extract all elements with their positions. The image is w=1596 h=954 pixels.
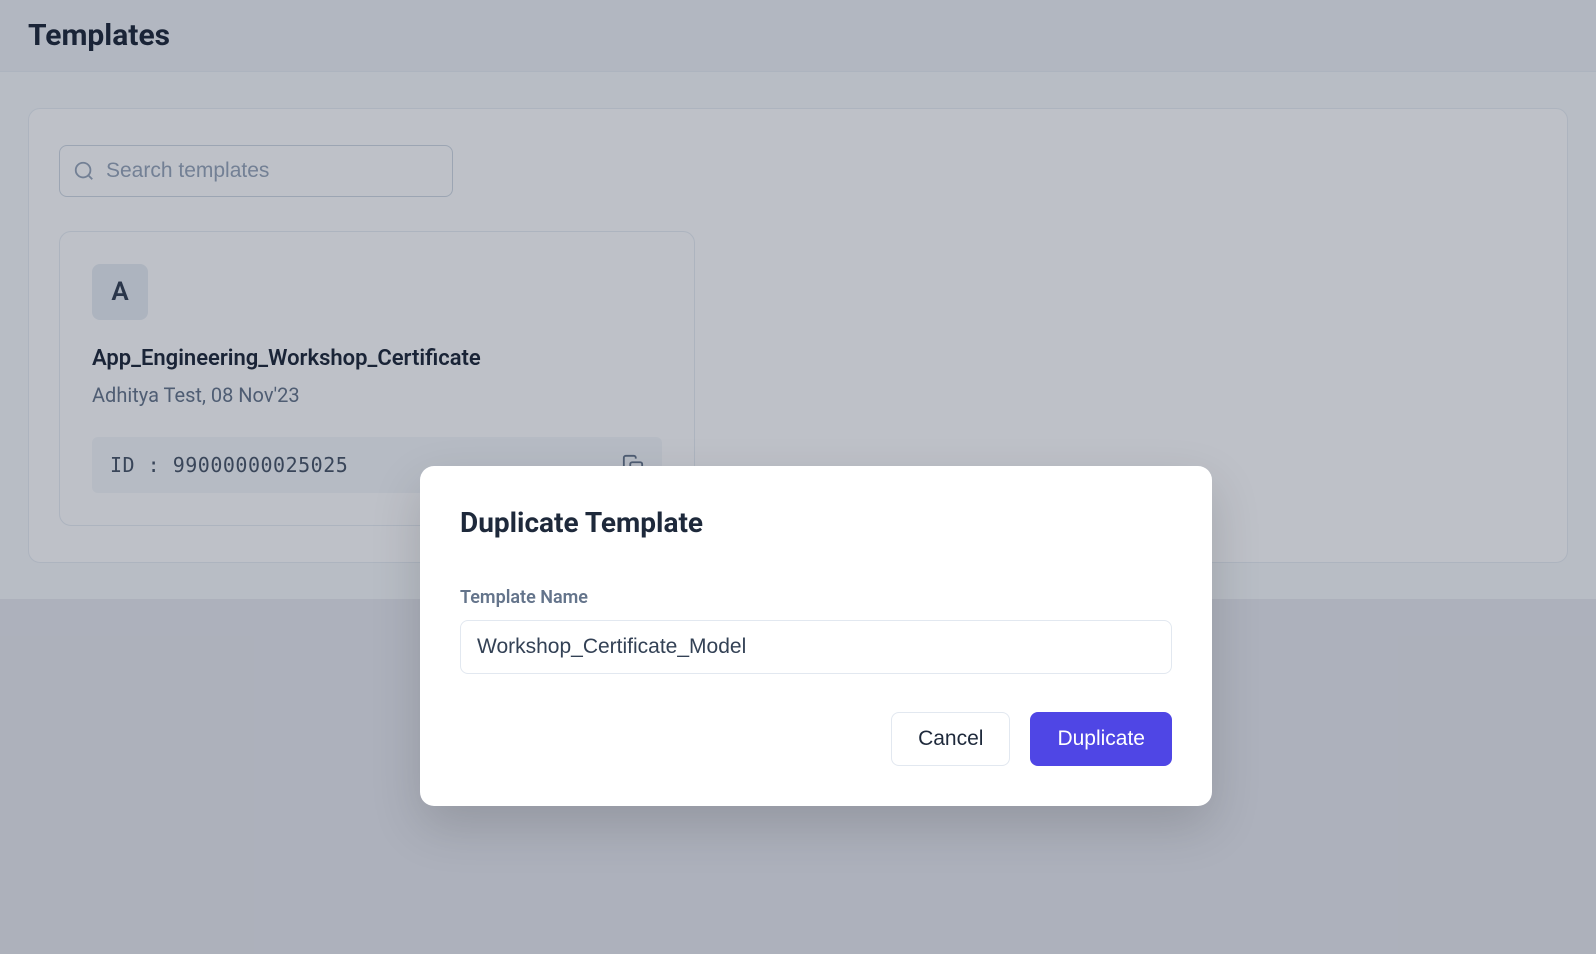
template-name-input[interactable]: [460, 620, 1172, 674]
template-name-label: Template Name: [460, 587, 1172, 608]
duplicate-modal: Duplicate Template Template Name Cancel …: [420, 466, 1212, 806]
modal-buttons: Cancel Duplicate: [460, 712, 1172, 766]
modal-title: Duplicate Template: [460, 506, 1172, 539]
cancel-button[interactable]: Cancel: [891, 712, 1010, 766]
duplicate-button[interactable]: Duplicate: [1030, 712, 1172, 766]
